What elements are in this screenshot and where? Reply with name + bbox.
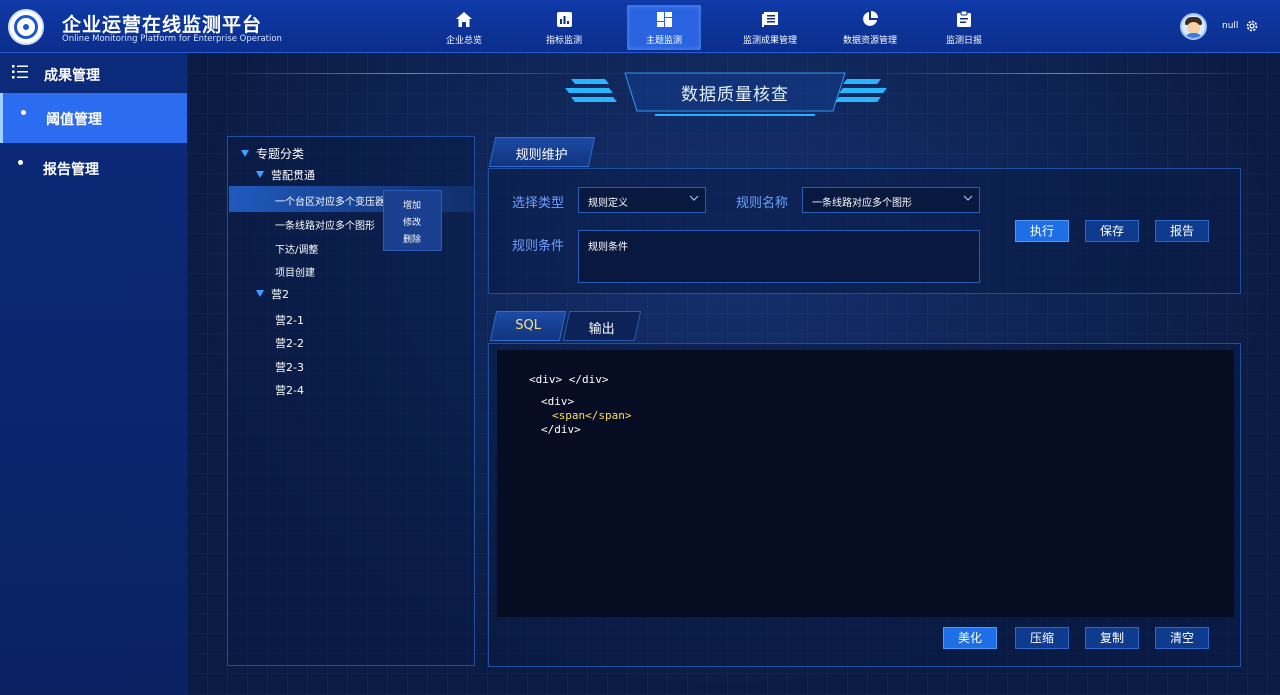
caret-down-icon[interactable] — [256, 290, 264, 297]
rule-type-select[interactable]: 规则定义 — [578, 187, 706, 213]
tab-rule-maintenance[interactable]: 规则维护 — [488, 137, 596, 167]
user-avatar[interactable] — [1180, 13, 1207, 40]
sql-editor[interactable]: <div> </div> <div> <span</span> </div> — [497, 350, 1234, 617]
nav-monitoring-results[interactable]: 监测成果管理 — [727, 5, 813, 50]
context-add[interactable]: 增加 — [403, 198, 421, 211]
tree-node-group1[interactable]: 营配贯通 — [271, 167, 315, 183]
caret-down-icon[interactable] — [241, 150, 249, 157]
chevron-down-icon — [689, 195, 699, 201]
app-subtitle: Online Monitoring Platform for Enterpris… — [62, 34, 282, 44]
rule-panel: 选择类型 规则定义 规则名称 一条线路对应多个图形 规则条件 规则条件 执行 保… — [488, 168, 1241, 294]
clear-button[interactable]: 清空 — [1155, 627, 1209, 649]
username: null — [1222, 21, 1239, 31]
rule-name-label: 规则名称 — [736, 196, 789, 211]
code-panel: <div> </div> <div> <span</span> </div> 美… — [488, 343, 1241, 667]
code-line: <div> </div> — [529, 373, 609, 386]
title-decor-line-left — [217, 73, 597, 74]
tree-leaf[interactable]: 营2-4 — [275, 382, 304, 398]
home-icon — [455, 10, 473, 28]
bullet-dot-icon — [18, 160, 23, 165]
sidebar: 成果管理 阈值管理 报告管理 — [0, 53, 187, 695]
tab-sql[interactable]: SQL — [489, 311, 567, 341]
context-delete[interactable]: 删除 — [403, 232, 421, 245]
caret-down-icon[interactable] — [256, 171, 264, 178]
rule-condition-input[interactable]: 规则条件 — [578, 230, 980, 283]
context-edit[interactable]: 修改 — [403, 215, 421, 228]
tree-leaf[interactable]: 营2-2 — [275, 335, 304, 351]
document-list-icon — [761, 10, 779, 28]
page-title: 数据质量核查 — [681, 85, 789, 105]
sidebar-item-report[interactable]: 报告管理 — [0, 143, 187, 193]
title-stripes-left — [565, 79, 617, 102]
list-icon — [12, 65, 28, 79]
clipboard-icon — [955, 10, 973, 28]
code-line: <span</span> — [552, 409, 632, 422]
main-content: 数据质量核查 专题分类 营配贯通 一个台区对应多个变压器 一条线路对应多个图形 … — [187, 53, 1280, 695]
dashboard-grid-icon — [655, 10, 673, 28]
bar-chart-icon — [555, 10, 573, 28]
tree-leaf[interactable]: 一个台区对应多个变压器 — [275, 193, 385, 208]
tree-leaf[interactable]: 一条线路对应多个图形 — [275, 217, 375, 232]
tab-output[interactable]: 输出 — [562, 311, 642, 341]
beautify-button[interactable]: 美化 — [943, 627, 997, 649]
execute-button[interactable]: 执行 — [1015, 220, 1069, 242]
sidebar-item-threshold[interactable]: 阈值管理 — [0, 93, 187, 143]
compress-button[interactable]: 压缩 — [1015, 627, 1069, 649]
tree-node-group2[interactable]: 营2 — [271, 286, 289, 302]
bullet-dot-icon — [21, 110, 26, 115]
pie-chart-icon — [861, 10, 879, 28]
rule-type-label: 选择类型 — [512, 196, 565, 211]
main-nav: 企业总览 指标监测 主题监测 监测成果管理 数据资源管理 监测日报 — [427, 5, 1027, 50]
tree-leaf[interactable]: 项目创建 — [275, 264, 315, 279]
company-logo — [8, 9, 44, 45]
nav-indicator-monitoring[interactable]: 指标监测 — [527, 5, 601, 50]
code-line: </div> — [541, 423, 581, 436]
tree-context-menu: 增加 修改 删除 — [383, 190, 442, 251]
save-button[interactable]: 保存 — [1085, 220, 1139, 242]
rule-name-select[interactable]: 一条线路对应多个图形 — [802, 187, 980, 213]
nav-data-resources[interactable]: 数据资源管理 — [827, 5, 913, 50]
nav-enterprise-overview[interactable]: 企业总览 — [427, 5, 501, 50]
tree-leaf[interactable]: 营2-3 — [275, 359, 304, 375]
report-button[interactable]: 报告 — [1155, 220, 1209, 242]
page-title-frame: 数据质量核查 — [615, 71, 855, 117]
sidebar-heading: 成果管理 — [0, 53, 187, 92]
app-title: 企业运营在线监测平台 — [62, 14, 263, 36]
tree-leaf[interactable]: 营2-1 — [275, 312, 304, 328]
top-header: 企业运营在线监测平台 Online Monitoring Platform fo… — [0, 0, 1280, 53]
code-line: <div> — [541, 395, 575, 408]
rule-condition-label: 规则条件 — [512, 239, 565, 254]
chevron-down-icon — [963, 195, 973, 201]
nav-topic-monitoring[interactable]: 主题监测 — [627, 5, 701, 50]
gear-icon[interactable] — [1245, 19, 1259, 33]
title-decor-line-right — [873, 73, 1253, 74]
tree-node-root[interactable]: 专题分类 — [256, 145, 304, 162]
copy-button[interactable]: 复制 — [1085, 627, 1139, 649]
nav-daily-report[interactable]: 监测日报 — [927, 5, 1001, 50]
title-stripes-right — [835, 79, 887, 102]
tree-leaf[interactable]: 下达/调整 — [275, 241, 318, 256]
